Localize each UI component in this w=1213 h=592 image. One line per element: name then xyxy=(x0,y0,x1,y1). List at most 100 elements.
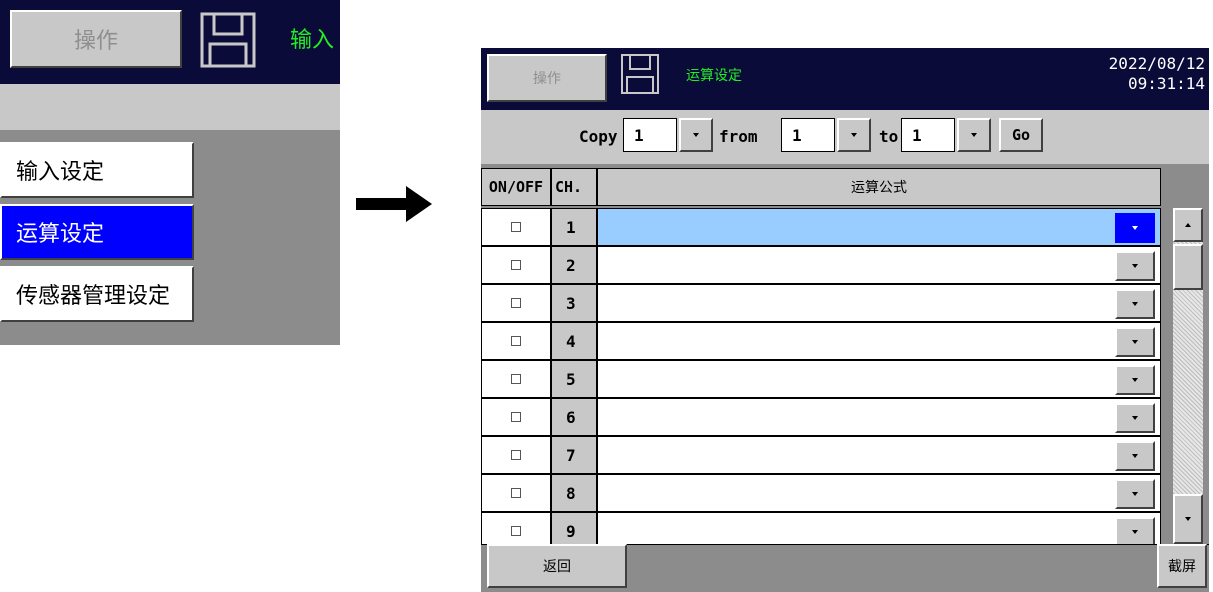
chevron-down-icon xyxy=(1132,340,1138,344)
onoff-cell[interactable] xyxy=(481,474,551,512)
onoff-checkbox[interactable] xyxy=(511,526,521,536)
formula-cell[interactable] xyxy=(597,284,1161,322)
channel-cell: 9 xyxy=(551,512,597,544)
from-label: from xyxy=(719,127,758,146)
chevron-down-icon xyxy=(971,133,977,137)
table-row[interactable]: 7 xyxy=(481,436,1161,474)
formula-cell[interactable] xyxy=(597,246,1161,284)
formula-dropdown-button[interactable] xyxy=(1115,479,1155,509)
formula-dropdown-button[interactable] xyxy=(1115,365,1155,395)
table-row[interactable]: 9 xyxy=(481,512,1161,544)
onoff-checkbox[interactable] xyxy=(511,488,521,498)
onoff-checkbox[interactable] xyxy=(511,450,521,460)
chevron-down-icon xyxy=(1132,264,1138,268)
channel-cell: 7 xyxy=(551,436,597,474)
onoff-checkbox[interactable] xyxy=(511,298,521,308)
table-row[interactable]: 1 xyxy=(481,208,1161,246)
formula-dropdown-button[interactable] xyxy=(1115,213,1155,243)
to-channel-field[interactable]: 1 xyxy=(901,118,955,152)
table-row[interactable]: 4 xyxy=(481,322,1161,360)
copy-channel-field[interactable]: 1 xyxy=(623,118,677,152)
zoom-panel: 操作 输入 输入设定 运算设定 传感器管理设定 xyxy=(0,0,340,345)
formula-dropdown-button[interactable] xyxy=(1115,327,1155,357)
onoff-cell[interactable] xyxy=(481,360,551,398)
onoff-cell[interactable] xyxy=(481,322,551,360)
copy-label: Copy xyxy=(579,127,618,146)
onoff-checkbox[interactable] xyxy=(511,412,521,422)
chevron-down-icon xyxy=(851,133,857,137)
scrollbar-thumb[interactable] xyxy=(1173,244,1203,290)
scroll-up-button[interactable] xyxy=(1173,208,1203,242)
channel-cell: 8 xyxy=(551,474,597,512)
onoff-checkbox[interactable] xyxy=(511,336,521,346)
copy-dropdown-button[interactable] xyxy=(679,118,713,152)
table-row[interactable]: 8 xyxy=(481,474,1161,512)
onoff-cell[interactable] xyxy=(481,208,551,246)
formula-dropdown-button[interactable] xyxy=(1115,251,1155,281)
onoff-cell[interactable] xyxy=(481,246,551,284)
table-row[interactable]: 2 xyxy=(481,246,1161,284)
save-icon[interactable] xyxy=(621,54,659,94)
formula-dropdown-button[interactable] xyxy=(1115,403,1155,433)
chevron-down-icon xyxy=(1132,530,1138,534)
chevron-down-icon xyxy=(693,133,699,137)
from-dropdown-button[interactable] xyxy=(837,118,871,152)
formula-cell[interactable] xyxy=(597,512,1161,544)
column-header-formula: 运算公式 xyxy=(597,168,1161,206)
zoom-operate-button[interactable]: 操作 xyxy=(10,10,182,68)
chevron-down-icon xyxy=(1132,492,1138,496)
copy-bar: Copy 1 from 1 to 1 Go xyxy=(481,110,1209,164)
onoff-cell[interactable] xyxy=(481,398,551,436)
scroll-down-button[interactable] xyxy=(1173,494,1203,544)
onoff-cell[interactable] xyxy=(481,436,551,474)
formula-dropdown-button[interactable] xyxy=(1115,517,1155,544)
table-row[interactable]: 3 xyxy=(481,284,1161,322)
from-channel-field[interactable]: 1 xyxy=(781,118,835,152)
formula-cell[interactable] xyxy=(597,322,1161,360)
formula-table: 123456789 xyxy=(481,208,1171,544)
channel-cell: 6 xyxy=(551,398,597,436)
menu-calc-settings[interactable]: 运算设定 xyxy=(0,204,194,260)
chevron-down-icon xyxy=(1132,226,1138,230)
formula-dropdown-button[interactable] xyxy=(1115,441,1155,471)
chevron-down-icon xyxy=(1132,416,1138,420)
formula-cell[interactable] xyxy=(597,208,1161,246)
date-display: 2022/08/12 xyxy=(1108,54,1205,73)
column-header-ch: CH. xyxy=(551,168,597,206)
formula-cell[interactable] xyxy=(597,398,1161,436)
back-button[interactable]: 返回 xyxy=(487,544,627,588)
chevron-down-icon xyxy=(1132,378,1138,382)
menu-sensor-settings[interactable]: 传感器管理设定 xyxy=(0,266,194,322)
arrow-right-icon xyxy=(356,186,432,222)
formula-dropdown-button[interactable] xyxy=(1115,289,1155,319)
table-row[interactable]: 5 xyxy=(481,360,1161,398)
formula-cell[interactable] xyxy=(597,436,1161,474)
channel-cell: 3 xyxy=(551,284,597,322)
calc-settings-screen: 操作 运算设定 2022/08/12 09:31:14 Copy 1 from … xyxy=(481,48,1209,592)
channel-cell: 5 xyxy=(551,360,597,398)
onoff-checkbox[interactable] xyxy=(511,260,521,270)
onoff-cell[interactable] xyxy=(481,512,551,544)
screenshot-button[interactable]: 截屏 xyxy=(1157,544,1207,588)
chevron-down-icon xyxy=(1185,517,1191,521)
time-display: 09:31:14 xyxy=(1127,74,1205,93)
to-dropdown-button[interactable] xyxy=(957,118,991,152)
formula-cell[interactable] xyxy=(597,360,1161,398)
go-button[interactable]: Go xyxy=(999,118,1043,152)
operate-button[interactable]: 操作 xyxy=(487,54,607,102)
onoff-checkbox[interactable] xyxy=(511,374,521,384)
zoom-band xyxy=(0,84,340,130)
page-title: 运算设定 xyxy=(686,68,742,84)
channel-cell: 1 xyxy=(551,208,597,246)
column-header-onoff: ON/OFF xyxy=(481,168,551,206)
chevron-down-icon xyxy=(1132,302,1138,306)
chevron-down-icon xyxy=(1132,454,1138,458)
menu-input-settings[interactable]: 输入设定 xyxy=(0,142,194,198)
onoff-checkbox[interactable] xyxy=(511,222,521,232)
save-icon[interactable] xyxy=(200,12,256,68)
onoff-cell[interactable] xyxy=(481,284,551,322)
channel-cell: 4 xyxy=(551,322,597,360)
formula-cell[interactable] xyxy=(597,474,1161,512)
table-row[interactable]: 6 xyxy=(481,398,1161,436)
channel-cell: 2 xyxy=(551,246,597,284)
